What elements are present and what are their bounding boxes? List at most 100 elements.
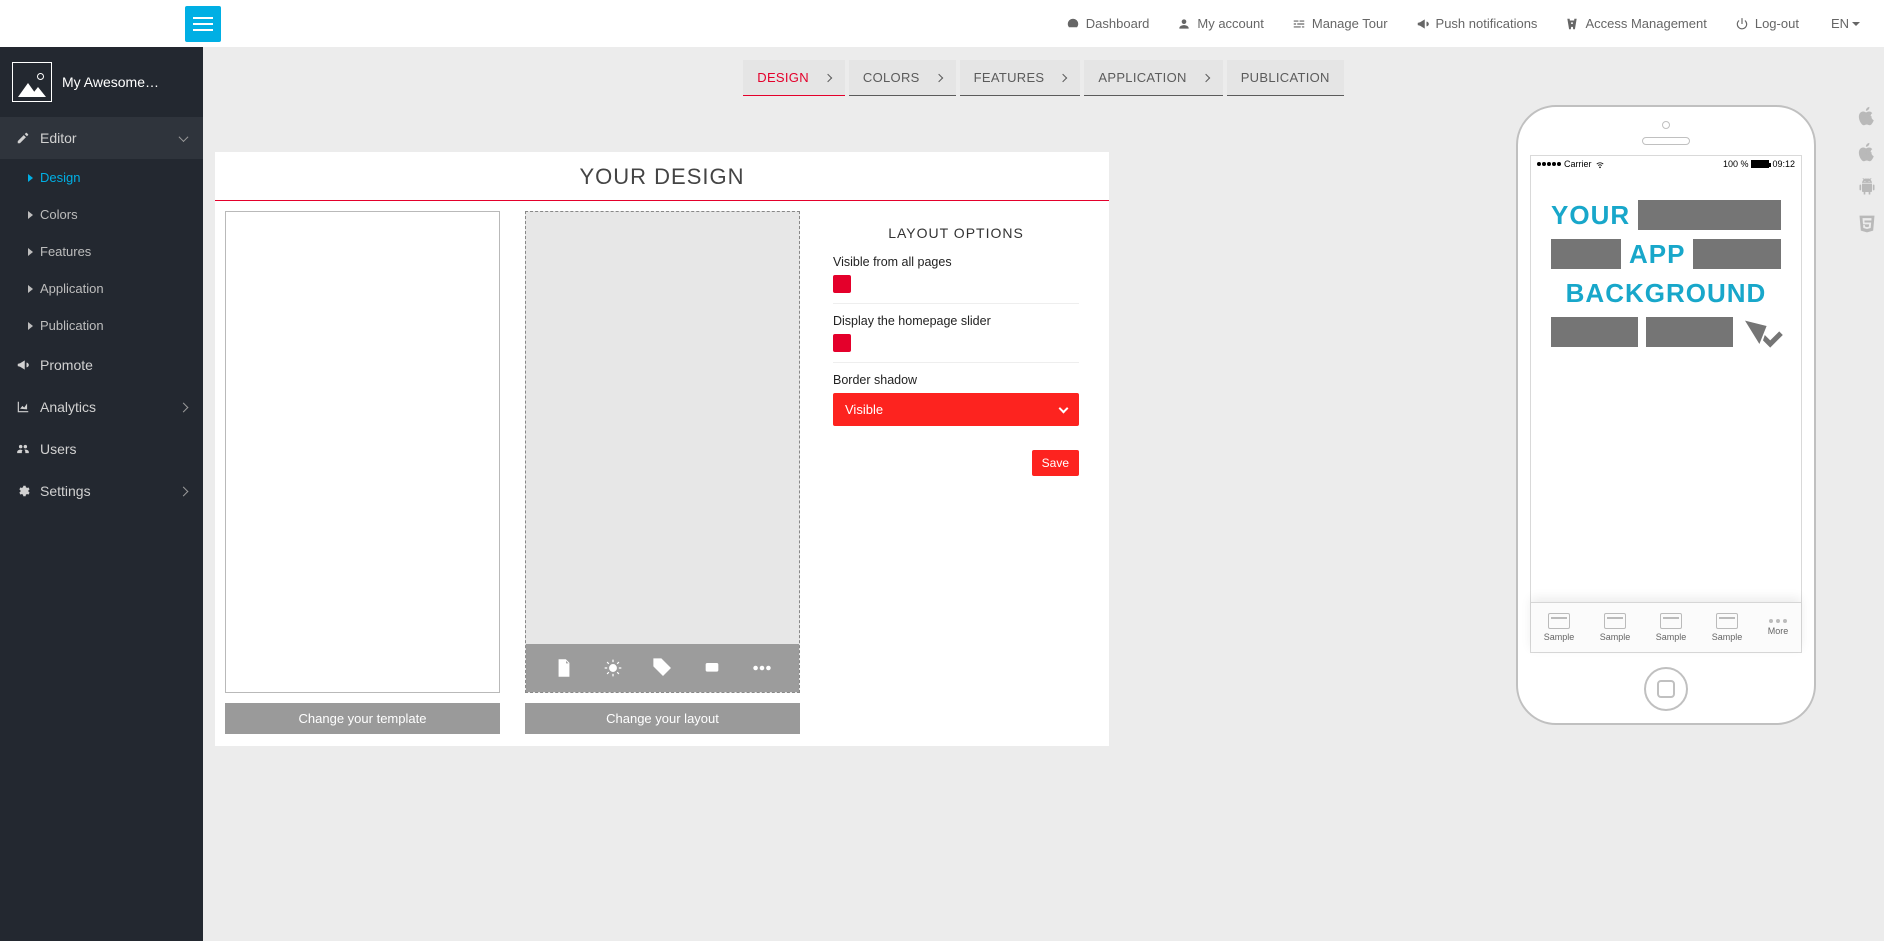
language-switch[interactable]: EN	[1813, 16, 1866, 31]
template-preview[interactable]	[225, 211, 500, 693]
hero-text-your: YOUR	[1551, 200, 1630, 231]
divider	[833, 362, 1079, 363]
phone-home-button-icon	[1644, 667, 1688, 711]
topbar: Dashboard My account Manage Tour Push no…	[0, 0, 1884, 47]
step-features-label: FEATURES	[974, 70, 1045, 85]
phone-tab-sample-1[interactable]: Sample	[1544, 613, 1575, 642]
nav-logout[interactable]: Log-out	[1721, 16, 1813, 31]
step-features[interactable]: FEATURES	[960, 60, 1081, 96]
phone-tab-label: Sample	[1600, 632, 1631, 642]
step-application-label: APPLICATION	[1098, 70, 1186, 85]
phone-speaker-icon	[1642, 137, 1690, 145]
window-icon	[1716, 613, 1738, 629]
nav-access[interactable]: Access Management	[1551, 16, 1720, 31]
step-application[interactable]: APPLICATION	[1084, 60, 1222, 96]
layout-preview[interactable]	[525, 211, 800, 693]
menu-toggle-button[interactable]	[185, 6, 221, 42]
road-icon	[1565, 17, 1579, 31]
sidebar-item-settings[interactable]: Settings	[0, 470, 203, 512]
user-icon	[1177, 17, 1191, 31]
gray-block-icon	[1551, 317, 1638, 347]
sidebar-sub-publication[interactable]: Publication	[0, 307, 203, 344]
opt-display-slider-label: Display the homepage slider	[833, 314, 1079, 328]
sidebar-sub-application-label: Application	[40, 281, 104, 296]
chevron-right-icon	[1059, 73, 1067, 81]
platform-android[interactable]	[1857, 177, 1877, 200]
power-icon	[1735, 17, 1749, 31]
android-icon	[1857, 177, 1877, 197]
sidebar-sub-design[interactable]: Design	[0, 159, 203, 196]
sliders-icon	[1292, 17, 1306, 31]
step-publication-label: PUBLICATION	[1241, 70, 1330, 85]
step-publication[interactable]: PUBLICATION	[1227, 60, 1344, 96]
phone-tabbar: Sample Sample Sample Sample More	[1531, 602, 1801, 652]
sidebar-item-users[interactable]: Users	[0, 428, 203, 470]
app-header[interactable]: My Awesome…	[0, 47, 203, 117]
nav-access-label: Access Management	[1585, 16, 1706, 31]
nav-manage-tour-label: Manage Tour	[1312, 16, 1388, 31]
sidebar-item-analytics[interactable]: Analytics	[0, 386, 203, 428]
phone-camera-icon	[1662, 121, 1670, 129]
nav-my-account[interactable]: My account	[1163, 16, 1277, 31]
phone-tab-label: Sample	[1712, 632, 1743, 642]
ellipsis-icon	[1769, 619, 1787, 623]
nav-logout-label: Log-out	[1755, 16, 1799, 31]
nav-dashboard-label: Dashboard	[1086, 16, 1150, 31]
sidebar-sub-application[interactable]: Application	[0, 270, 203, 307]
battery-pct: 100 %	[1723, 159, 1749, 169]
phone-statusbar: Carrier 100 % 09:12	[1531, 156, 1801, 172]
chevron-down-icon	[1059, 403, 1069, 413]
sidebar-item-promote[interactable]: Promote	[0, 344, 203, 386]
save-button[interactable]: Save	[1032, 450, 1079, 476]
tags-icon	[651, 656, 675, 680]
sidebar-item-editor[interactable]: Editor	[0, 117, 203, 159]
change-template-button[interactable]: Change your template	[225, 703, 500, 734]
nav-dashboard[interactable]: Dashboard	[1052, 16, 1164, 31]
step-colors[interactable]: COLORS	[849, 60, 956, 96]
chart-icon	[16, 400, 30, 414]
hero-placeholder: YOUR APP BACKGROUND	[1551, 200, 1781, 357]
sun-icon	[601, 656, 625, 680]
platform-iphone6[interactable]: 6	[1856, 141, 1878, 163]
main-area: DESIGN COLORS FEATURES APPLICATION PUBLI…	[203, 47, 1884, 941]
version-badge: 5	[1865, 112, 1869, 121]
platform-iphone5[interactable]: 5	[1856, 105, 1878, 127]
border-shadow-value: Visible	[845, 402, 883, 417]
chevron-right-icon	[934, 73, 942, 81]
phone-tab-sample-4[interactable]: Sample	[1712, 613, 1743, 642]
sidebar-editor-label: Editor	[40, 130, 77, 146]
phone-tab-sample-2[interactable]: Sample	[1600, 613, 1631, 642]
app-name: My Awesome…	[62, 74, 159, 90]
sidebar-sub-design-label: Design	[40, 170, 80, 185]
chevron-right-icon	[1201, 73, 1209, 81]
phone-tab-sample-3[interactable]: Sample	[1656, 613, 1687, 642]
window-icon	[1660, 613, 1682, 629]
platform-html5[interactable]	[1857, 214, 1877, 237]
layout-preview-tabbar	[526, 644, 799, 692]
nav-manage-tour[interactable]: Manage Tour	[1278, 16, 1402, 31]
phone-tab-label: Sample	[1656, 632, 1687, 642]
sidebar-sub-publication-label: Publication	[40, 318, 104, 333]
divider	[215, 200, 1109, 201]
opt-border-shadow-label: Border shadow	[833, 373, 1079, 387]
sidebar-sub-features[interactable]: Features	[0, 233, 203, 270]
step-design[interactable]: DESIGN	[743, 60, 845, 96]
layout-options: LAYOUT OPTIONS Visible from all pages Di…	[825, 211, 1087, 486]
design-panel: YOUR DESIGN Change your template Chang	[215, 152, 1109, 746]
window-icon	[1604, 613, 1626, 629]
phone-tab-more[interactable]: More	[1768, 619, 1789, 636]
nav-push[interactable]: Push notifications	[1402, 16, 1552, 31]
step-design-label: DESIGN	[757, 70, 809, 85]
border-shadow-select[interactable]: Visible	[833, 393, 1079, 426]
sidebar-sub-colors[interactable]: Colors	[0, 196, 203, 233]
nav-push-label: Push notifications	[1436, 16, 1538, 31]
phone-preview-wrap: Carrier 100 % 09:12 YOUR APP BACKGROUND	[1516, 105, 1828, 725]
app-logo-icon	[12, 62, 52, 102]
toggle-visible-all[interactable]	[833, 275, 851, 293]
phone-screen-body: YOUR APP BACKGROUND	[1531, 172, 1801, 602]
language-code: EN	[1831, 16, 1849, 31]
device-icon	[700, 656, 724, 680]
change-layout-button[interactable]: Change your layout	[525, 703, 800, 734]
toggle-display-slider[interactable]	[833, 334, 851, 352]
ellipsis-icon	[750, 656, 774, 680]
